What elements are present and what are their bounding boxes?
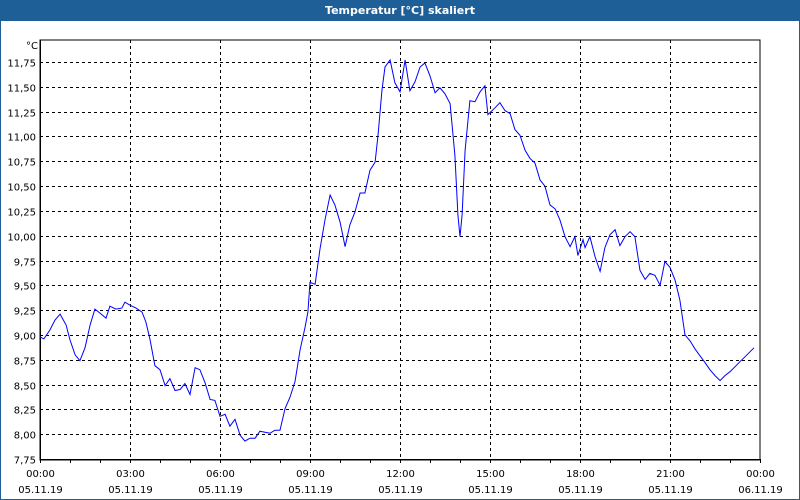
y-tick-label: 10,00 — [7, 233, 36, 244]
y-tick-label: 10,75 — [7, 158, 36, 169]
y-tick-label: 11,25 — [7, 109, 36, 120]
y-tick-label: 10,25 — [7, 208, 36, 219]
x-tick-date-label: 06.11.19 — [738, 485, 783, 496]
x-tick-time-label: 15:00 — [476, 469, 505, 480]
temperature-chart: 11,75 11,50 11,25 11,00 10,75 10,50 10,25 10,00… — [7, 39, 783, 496]
y-tick-label: 9,25 — [14, 307, 36, 318]
x-tick-date-label: 05.11.19 — [648, 485, 693, 496]
y-tick-label: 8,75 — [14, 357, 36, 368]
x-tick-time-label: 09:00 — [296, 469, 325, 480]
y-tick-label: 9,00 — [14, 332, 36, 343]
y-tick-label: 8,50 — [14, 382, 36, 393]
x-tick-date-label: 05.11.19 — [468, 485, 513, 496]
y-tick-label: 9,50 — [14, 282, 36, 293]
y-tick-label: 11,00 — [7, 133, 36, 144]
x-tick-time-label: 18:00 — [566, 469, 595, 480]
x-tick-time-label: 00:00 — [746, 469, 775, 480]
x-tick-date-label: 05.11.19 — [558, 485, 603, 496]
y-tick-label: 10,50 — [7, 183, 36, 194]
x-tick-time-label: 21:00 — [656, 469, 685, 480]
x-tick-time-label: 12:00 — [386, 469, 415, 480]
x-tick-date-label: 05.11.19 — [108, 485, 153, 496]
y-tick-label: 9,75 — [14, 258, 36, 269]
y-axis-unit-label: °C — [26, 41, 38, 52]
y-tick-label: 11,75 — [7, 59, 36, 70]
y-tick-label: 8,25 — [14, 406, 36, 417]
x-tick-time-label: 00:00 — [26, 469, 55, 480]
x-tick-date-label: 05.11.19 — [378, 485, 423, 496]
y-tick-label: 7,75 — [14, 456, 36, 467]
x-tick-time-label: 06:00 — [206, 469, 235, 480]
x-tick-time-label: 03:00 — [116, 469, 145, 480]
y-tick-label: 11,50 — [7, 84, 36, 95]
x-tick-date-label: 05.11.19 — [18, 485, 63, 496]
x-tick-date-label: 05.11.19 — [288, 485, 333, 496]
y-tick-label: 8,00 — [14, 431, 36, 442]
x-tick-date-label: 05.11.19 — [198, 485, 243, 496]
